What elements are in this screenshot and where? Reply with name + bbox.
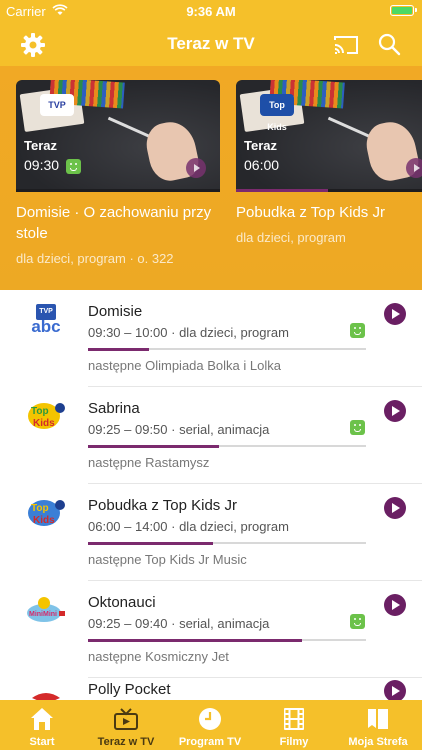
film-icon: [284, 708, 304, 730]
now-label: Teraz: [24, 138, 57, 153]
program-time: 06:00 – 14:00 · dla dzieci, program: [88, 519, 289, 534]
tab-start[interactable]: Start: [0, 700, 84, 750]
featured-card[interactable]: Top Kids Teraz 06:00 Pobudka z Top Kids …: [236, 80, 422, 245]
next-program: następne Olimpiada Bolka i Lolka: [88, 358, 281, 373]
program-progress: [88, 638, 366, 642]
featured-card[interactable]: TVP Teraz 09:30 Domisie · O zachowaniu p…: [16, 80, 220, 266]
tab-moja-strefa[interactable]: Moja Strefa: [336, 700, 420, 750]
channel-logo: Top Kids: [260, 94, 294, 132]
featured-time: 09:30: [24, 157, 60, 173]
program-time: 09:25 – 09:50 · serial, animacja: [88, 422, 270, 437]
kids-badge-icon: [350, 614, 365, 629]
featured-time: 06:00: [244, 157, 280, 173]
play-button[interactable]: [384, 594, 406, 616]
status-bar: Carrier 9:36 AM: [0, 0, 422, 22]
program-progress: [88, 347, 366, 351]
svg-text:MiniMini: MiniMini: [29, 611, 57, 618]
tab-filmy[interactable]: Filmy: [252, 700, 336, 750]
featured-carousel[interactable]: TVP Teraz 09:30 Domisie · O zachowaniu p…: [0, 66, 422, 290]
cast-icon[interactable]: [333, 34, 359, 56]
tab-label: Filmy: [279, 736, 309, 748]
list-item[interactable]: Top Kids Sabrina 09:25 – 09:50 · serial,…: [0, 387, 422, 484]
featured-title[interactable]: Pobudka z Top Kids Jr: [236, 202, 422, 223]
program-title: Sabrina: [88, 400, 140, 417]
featured-progress: [236, 189, 422, 192]
next-program: następne Top Kids Jr Music: [88, 552, 247, 567]
channel-logo: TVP: [40, 94, 74, 116]
tab-label: Program TV: [178, 736, 242, 748]
list-item[interactable]: Top Kids Pobudka z Top Kids Jr 06:00 – 1…: [0, 484, 422, 581]
clock: 9:36 AM: [186, 4, 236, 19]
tab-program-tv[interactable]: Program TV: [168, 700, 252, 750]
program-title: Domisie: [88, 303, 143, 320]
minimini-logo-icon: MiniMini: [27, 597, 65, 622]
kids-badge-icon: [350, 323, 365, 338]
tab-label: Teraz w TV: [97, 736, 155, 748]
svg-text:Top: Top: [31, 503, 49, 514]
svg-text:Kids: Kids: [33, 515, 55, 526]
list-item[interactable]: TVP abc Domisie 09:30 – 10:00 · dla dziec…: [0, 290, 422, 387]
tab-bar: Start Teraz w TV Program TV Filmy Moja S…: [0, 700, 422, 750]
program-title: Polly Pocket: [88, 681, 171, 698]
featured-thumbnail[interactable]: Top Kids Teraz 06:00: [236, 80, 422, 192]
clock-icon: [199, 708, 221, 730]
featured-title[interactable]: Domisie · O zachowaniu przy stole: [16, 202, 220, 244]
top-kids-logo-icon: Top Kids: [28, 403, 65, 429]
kids-badge-icon: [66, 159, 81, 174]
featured-thumbnail[interactable]: TVP Teraz 09:30: [16, 80, 220, 192]
next-program: następne Kosmiczny Jet: [88, 649, 229, 664]
now-label: Teraz: [244, 138, 277, 153]
nav-bar: Teraz w TV: [0, 22, 422, 66]
program-time: 09:30 – 10:00 · dla dzieci, program: [88, 325, 289, 340]
svg-text:Top: Top: [31, 406, 49, 417]
program-time: 09:25 – 09:40 · serial, animacja: [88, 616, 270, 631]
list-item[interactable]: Polly Pocket: [0, 678, 422, 700]
channel-logo-icon: [32, 693, 60, 700]
program-title: Oktonauci: [88, 594, 156, 611]
tab-teraz-w-tv[interactable]: Teraz w TV: [84, 700, 168, 750]
play-button[interactable]: [384, 680, 406, 700]
program-progress: [88, 541, 366, 545]
play-button[interactable]: [384, 400, 406, 422]
next-program: następne Rastamysz: [88, 455, 210, 470]
play-button[interactable]: [384, 497, 406, 519]
play-button[interactable]: [384, 303, 406, 325]
tab-label: Moja Strefa: [348, 736, 408, 748]
featured-meta: dla dzieci, program: [236, 230, 346, 245]
featured-meta: dla dzieci, program · o. 322: [16, 251, 174, 266]
channel-list[interactable]: TVP abc Domisie 09:30 – 10:00 · dla dziec…: [0, 290, 422, 700]
top-kids-jr-logo-icon: Top Kids: [28, 500, 65, 526]
kids-badge-icon: [350, 420, 365, 435]
featured-progress: [16, 189, 220, 192]
program-progress: [88, 444, 366, 448]
svg-text:Kids: Kids: [33, 418, 55, 429]
list-item[interactable]: MiniMini Oktonauci 09:25 – 09:40 · seria…: [0, 581, 422, 678]
program-title: Pobudka z Top Kids Jr: [88, 497, 237, 514]
bookmark-icon: [368, 709, 388, 729]
tvp-abc-logo-icon: TVP abc: [26, 302, 66, 335]
home-icon: [31, 708, 53, 730]
play-icon[interactable]: [406, 158, 422, 178]
tab-label: Start: [29, 736, 55, 748]
play-icon[interactable]: [186, 158, 206, 178]
tv-icon: [114, 708, 138, 730]
search-icon[interactable]: [377, 32, 401, 56]
battery-icon: [390, 5, 417, 16]
